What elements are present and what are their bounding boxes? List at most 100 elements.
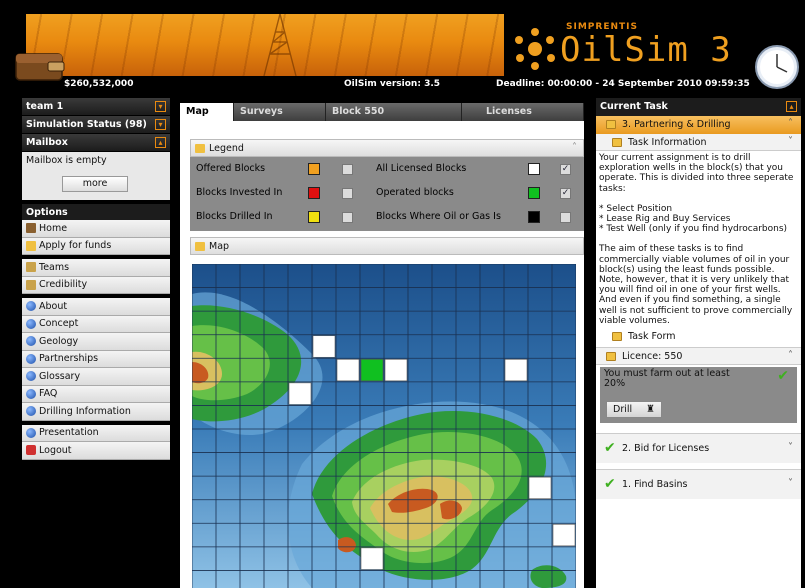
legend-checkbox[interactable]: ✓: [560, 164, 571, 175]
legend-checkbox[interactable]: [342, 164, 353, 175]
active-task-label: 3. Partnering & Drilling: [622, 119, 731, 130]
completed-task-basins[interactable]: ✔ 1. Find Basins ˅: [596, 469, 801, 500]
globe-icon: [26, 388, 36, 399]
tab-block-550[interactable]: Block 550: [326, 103, 462, 121]
tab-surveys[interactable]: Surveys: [234, 103, 326, 121]
legend-checkbox[interactable]: [342, 188, 353, 199]
menu-item-partnerships[interactable]: Partnerships: [22, 350, 170, 368]
credibility-icon: [26, 279, 36, 290]
completed-task-label: 2. Bid for Licenses: [622, 443, 710, 455]
legend-swatch: [308, 187, 320, 199]
folder-icon: [195, 144, 205, 153]
menu-item-credibility[interactable]: Credibility: [22, 276, 170, 294]
menu-item-about[interactable]: About: [22, 298, 170, 316]
legend-label: Operated blocks: [376, 187, 454, 198]
map-header[interactable]: Map: [190, 237, 584, 255]
menu-item-concept[interactable]: Concept: [22, 315, 170, 333]
licensed-block[interactable]: [336, 358, 360, 382]
team-expand-icon[interactable]: ▾: [155, 101, 166, 112]
chevron-up-icon[interactable]: ˄: [572, 142, 577, 153]
deadline-label: Deadline: 00:00:00 - 24 September 2010 0…: [496, 79, 750, 89]
status-expand-icon[interactable]: ▾: [155, 119, 166, 130]
globe-icon: [26, 353, 36, 364]
drill-rig-icon: ♜: [646, 404, 655, 416]
task-paragraph: The aim of these tasks is to find commer…: [599, 244, 790, 275]
more-button[interactable]: more: [62, 176, 128, 192]
mailbox-status: Mailbox is empty: [26, 155, 107, 166]
licensed-block[interactable]: [552, 523, 576, 547]
farm-out-text: You must farm out at least 20%: [604, 368, 730, 390]
tab-licenses[interactable]: Licenses: [462, 103, 584, 121]
current-task-header[interactable]: Current Task ▴: [596, 98, 801, 116]
task-step: * Test Well (only if you find hydrocarbo…: [599, 224, 788, 235]
menu-item-glossary[interactable]: Glossary: [22, 368, 170, 386]
menu-item-teams[interactable]: Teams: [22, 259, 170, 277]
checkmark-icon: ✔: [604, 476, 616, 493]
licence-row[interactable]: Licence: 550 ˄: [596, 347, 801, 366]
map-panel: Legend ˄ Offered Blocks All Licensed Blo…: [180, 121, 584, 588]
globe-icon: [26, 301, 36, 312]
legend-row: Blocks Invested In Operated blocks ✓: [190, 183, 584, 205]
menu-item-home[interactable]: Home: [22, 220, 170, 238]
licensed-block[interactable]: [288, 382, 312, 405]
chevron-down-icon[interactable]: ˅: [788, 478, 793, 489]
globe-icon: [26, 406, 36, 417]
licensed-block[interactable]: [312, 335, 336, 358]
legend-swatch: [528, 187, 540, 199]
legend-label: Blocks Drilled In: [196, 211, 273, 222]
menu-item-drilling-information[interactable]: Drilling Information: [22, 403, 170, 421]
task-form-label: Task Form: [628, 331, 676, 343]
mailbox-bar[interactable]: Mailbox ▴: [22, 134, 170, 152]
mailbox-collapse-icon[interactable]: ▴: [155, 137, 166, 148]
menu-item-geology[interactable]: Geology: [22, 333, 170, 351]
simulation-status-bar[interactable]: Simulation Status (98) ▾: [22, 116, 170, 134]
drill-button[interactable]: Drill ♜: [606, 401, 662, 419]
chevron-up-icon[interactable]: ˄: [788, 350, 793, 361]
legend-swatch: [308, 211, 320, 223]
task-step: * Select Position: [599, 203, 673, 214]
drill-label: Drill: [613, 404, 633, 416]
version-label: OilSim version: 3.5: [344, 79, 441, 89]
chevron-down-icon[interactable]: ˅: [788, 442, 793, 453]
menu-item-logout[interactable]: Logout: [22, 442, 170, 460]
tab-map[interactable]: Map: [180, 103, 234, 121]
menu-item-presentation[interactable]: Presentation: [22, 424, 170, 442]
legend-header[interactable]: Legend ˄: [190, 139, 584, 157]
team-label: team 1: [26, 101, 64, 112]
simulation-status-label: Simulation Status (98): [26, 119, 147, 130]
legend-title: Legend: [209, 143, 244, 154]
mailbox-title: Mailbox: [26, 137, 68, 148]
legend-checkbox[interactable]: [342, 212, 353, 223]
active-task-row[interactable]: 3. Partnering & Drilling ˄: [596, 116, 801, 134]
completed-task-bid[interactable]: ✔ 2. Bid for Licenses ˅: [596, 433, 801, 464]
menu-item-faq[interactable]: FAQ: [22, 385, 170, 403]
checkmark-icon: ✔: [604, 440, 616, 457]
folder-icon: [606, 120, 616, 129]
mailbox-panel: Mailbox is empty more: [22, 152, 170, 200]
task-form-row[interactable]: Task Form: [596, 328, 801, 346]
folder-icon: [606, 352, 616, 362]
legend-checkbox[interactable]: ✓: [560, 188, 571, 199]
terrain-map[interactable]: [192, 264, 576, 588]
licensed-block[interactable]: [528, 476, 552, 500]
operated-block[interactable]: [360, 358, 384, 382]
legend-swatch: [528, 163, 540, 175]
farm-out-notice: You must farm out at least 20% ✔: [600, 367, 797, 394]
chevron-up-icon[interactable]: ˄: [788, 118, 793, 129]
chevron-down-icon[interactable]: ˅: [788, 136, 793, 147]
clock-icon: [755, 45, 799, 89]
folder-icon: [195, 242, 205, 251]
licensed-block[interactable]: [360, 547, 384, 570]
menu-item-apply-funds[interactable]: Apply for funds: [22, 237, 170, 255]
legend-swatch: [528, 211, 540, 223]
licensed-block[interactable]: [384, 358, 408, 382]
team-bar[interactable]: team 1 ▾: [22, 98, 170, 116]
folder-icon: [612, 138, 622, 147]
terrain-map-svg[interactable]: [192, 264, 576, 588]
oil-derrick-icon: [263, 14, 297, 76]
task-collapse-icon[interactable]: ▴: [786, 101, 797, 112]
legend-checkbox[interactable]: [560, 212, 571, 223]
licensed-block[interactable]: [504, 358, 528, 382]
task-information-row[interactable]: Task Information ˅: [596, 134, 801, 151]
main-tabs: Map Surveys Block 550 Licenses: [180, 103, 584, 121]
